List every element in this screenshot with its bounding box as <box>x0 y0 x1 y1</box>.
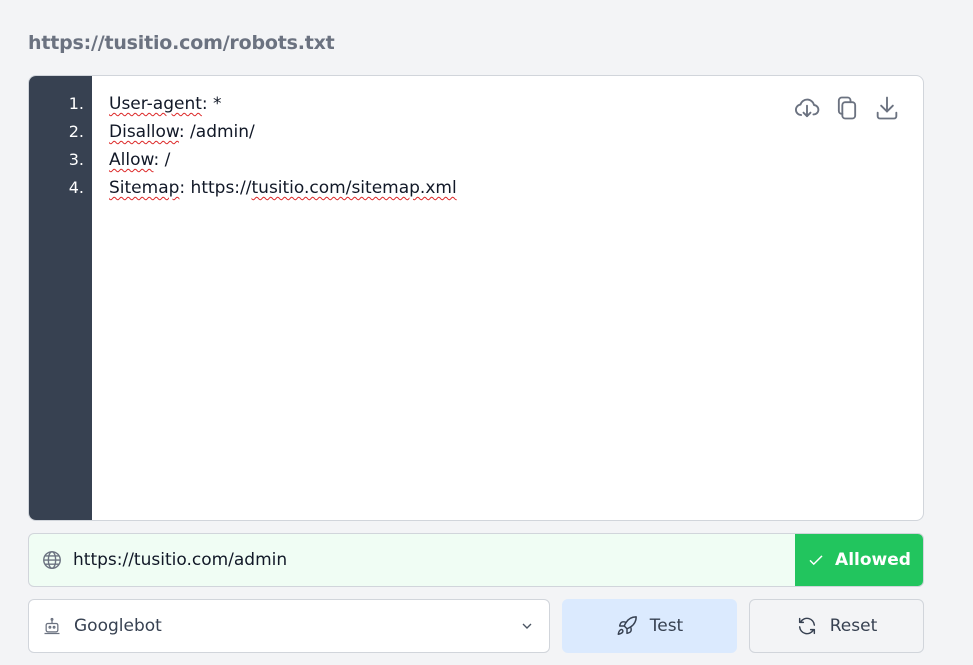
directive-key: User-agent <box>109 94 202 114</box>
code-line[interactable]: Disallow: /admin/ <box>109 118 457 146</box>
directive-value: : / <box>153 150 171 170</box>
line-number: 4. <box>68 178 84 197</box>
robot-icon <box>42 616 62 636</box>
directive-value: : * <box>201 94 222 114</box>
directive-key: Allow <box>109 150 154 170</box>
directive-key: Sitemap <box>109 178 180 198</box>
test-url-row: Allowed <box>28 533 924 587</box>
refresh-icon <box>798 617 815 635</box>
status-badge: Allowed <box>795 534 923 586</box>
code-line[interactable]: User-agent: * <box>109 90 457 118</box>
user-agent-select[interactable]: Googlebot <box>28 599 550 653</box>
code-line[interactable]: Sitemap: https://tusitio.com/sitemap.xml <box>109 174 457 202</box>
robots-editor[interactable]: 1. 2. 3. 4. User-agent: * Disallow: /adm… <box>28 75 924 521</box>
globe-icon <box>41 549 63 571</box>
editor-toolbar <box>793 94 901 122</box>
code-area[interactable]: User-agent: * Disallow: /admin/ Allow: /… <box>109 90 457 202</box>
line-number: 1. <box>68 94 84 113</box>
line-number: 2. <box>68 122 84 141</box>
check-icon <box>809 555 823 566</box>
directive-value: : https:// <box>179 178 252 198</box>
cloud-download-icon[interactable] <box>793 94 821 122</box>
sitemap-url: tusitio.com/sitemap.xml <box>251 178 457 198</box>
chevron-down-icon <box>519 618 535 634</box>
user-agent-value: Googlebot <box>74 616 162 636</box>
test-url-input[interactable] <box>73 534 793 586</box>
copy-icon[interactable] <box>833 94 861 122</box>
directive-value: : /admin/ <box>178 122 255 142</box>
line-number-gutter: 1. 2. 3. 4. <box>29 76 92 520</box>
status-label: Allowed <box>835 550 911 570</box>
download-icon[interactable] <box>873 94 901 122</box>
test-button[interactable]: Test <box>562 599 737 653</box>
test-button-label: Test <box>649 616 684 636</box>
line-number: 3. <box>68 150 84 169</box>
rocket-icon <box>617 616 637 635</box>
reset-button-label: Reset <box>829 616 878 636</box>
directive-key: Disallow <box>109 122 179 142</box>
robots-url-title: https://tusitio.com/robots.txt <box>28 32 335 54</box>
code-line[interactable]: Allow: / <box>109 146 457 174</box>
reset-button[interactable]: Reset <box>749 599 924 653</box>
